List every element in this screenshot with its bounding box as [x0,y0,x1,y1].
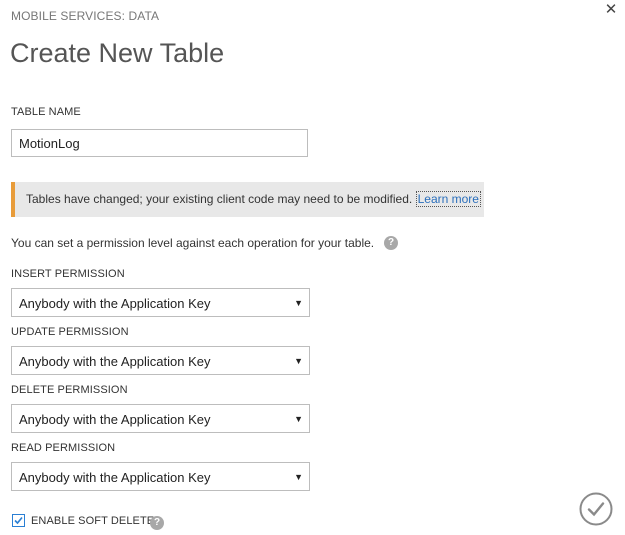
create-table-dialog: ✕ MOBILE SERVICES: DATA Create New Table… [0,0,625,535]
delete-permission-label: DELETE PERMISSION [11,384,128,396]
update-permission-value: Anybody with the Application Key [19,354,211,369]
table-name-input[interactable] [11,129,308,157]
chevron-down-icon: ▼ [294,414,303,424]
update-permission-select[interactable]: Anybody with the Application Key ▼ [11,346,310,375]
confirm-check-icon [579,492,613,526]
help-icon[interactable]: ? [150,516,164,530]
close-icon[interactable]: ✕ [603,2,619,18]
update-permission-label: UPDATE PERMISSION [11,326,129,338]
soft-delete-checkbox[interactable] [12,514,25,527]
schema-change-notice: Tables have changed; your existing clien… [11,182,484,217]
dialog-eyebrow: MOBILE SERVICES: DATA [11,9,160,23]
dialog-title: Create New Table [10,38,225,68]
insert-permission-select[interactable]: Anybody with the Application Key ▼ [11,288,310,317]
delete-permission-value: Anybody with the Application Key [19,412,211,427]
insert-permission-label: INSERT PERMISSION [11,268,125,280]
soft-delete-label: ENABLE SOFT DELETE [31,515,155,527]
table-name-label: TABLE NAME [11,106,81,118]
checkmark-icon [14,516,23,525]
delete-permission-select[interactable]: Anybody with the Application Key ▼ [11,404,310,433]
read-permission-select[interactable]: Anybody with the Application Key ▼ [11,462,310,491]
confirm-button[interactable] [579,492,613,526]
learn-more-link[interactable]: Learn more [415,191,481,207]
chevron-down-icon: ▼ [294,298,303,308]
insert-permission-value: Anybody with the Application Key [19,296,211,311]
chevron-down-icon: ▼ [294,356,303,366]
permission-intro-text: You can set a permission level against e… [11,236,375,250]
notice-text: Tables have changed; your existing clien… [26,192,413,206]
help-icon[interactable]: ? [384,236,398,250]
read-permission-value: Anybody with the Application Key [19,470,211,485]
read-permission-label: READ PERMISSION [11,442,116,454]
chevron-down-icon: ▼ [294,472,303,482]
